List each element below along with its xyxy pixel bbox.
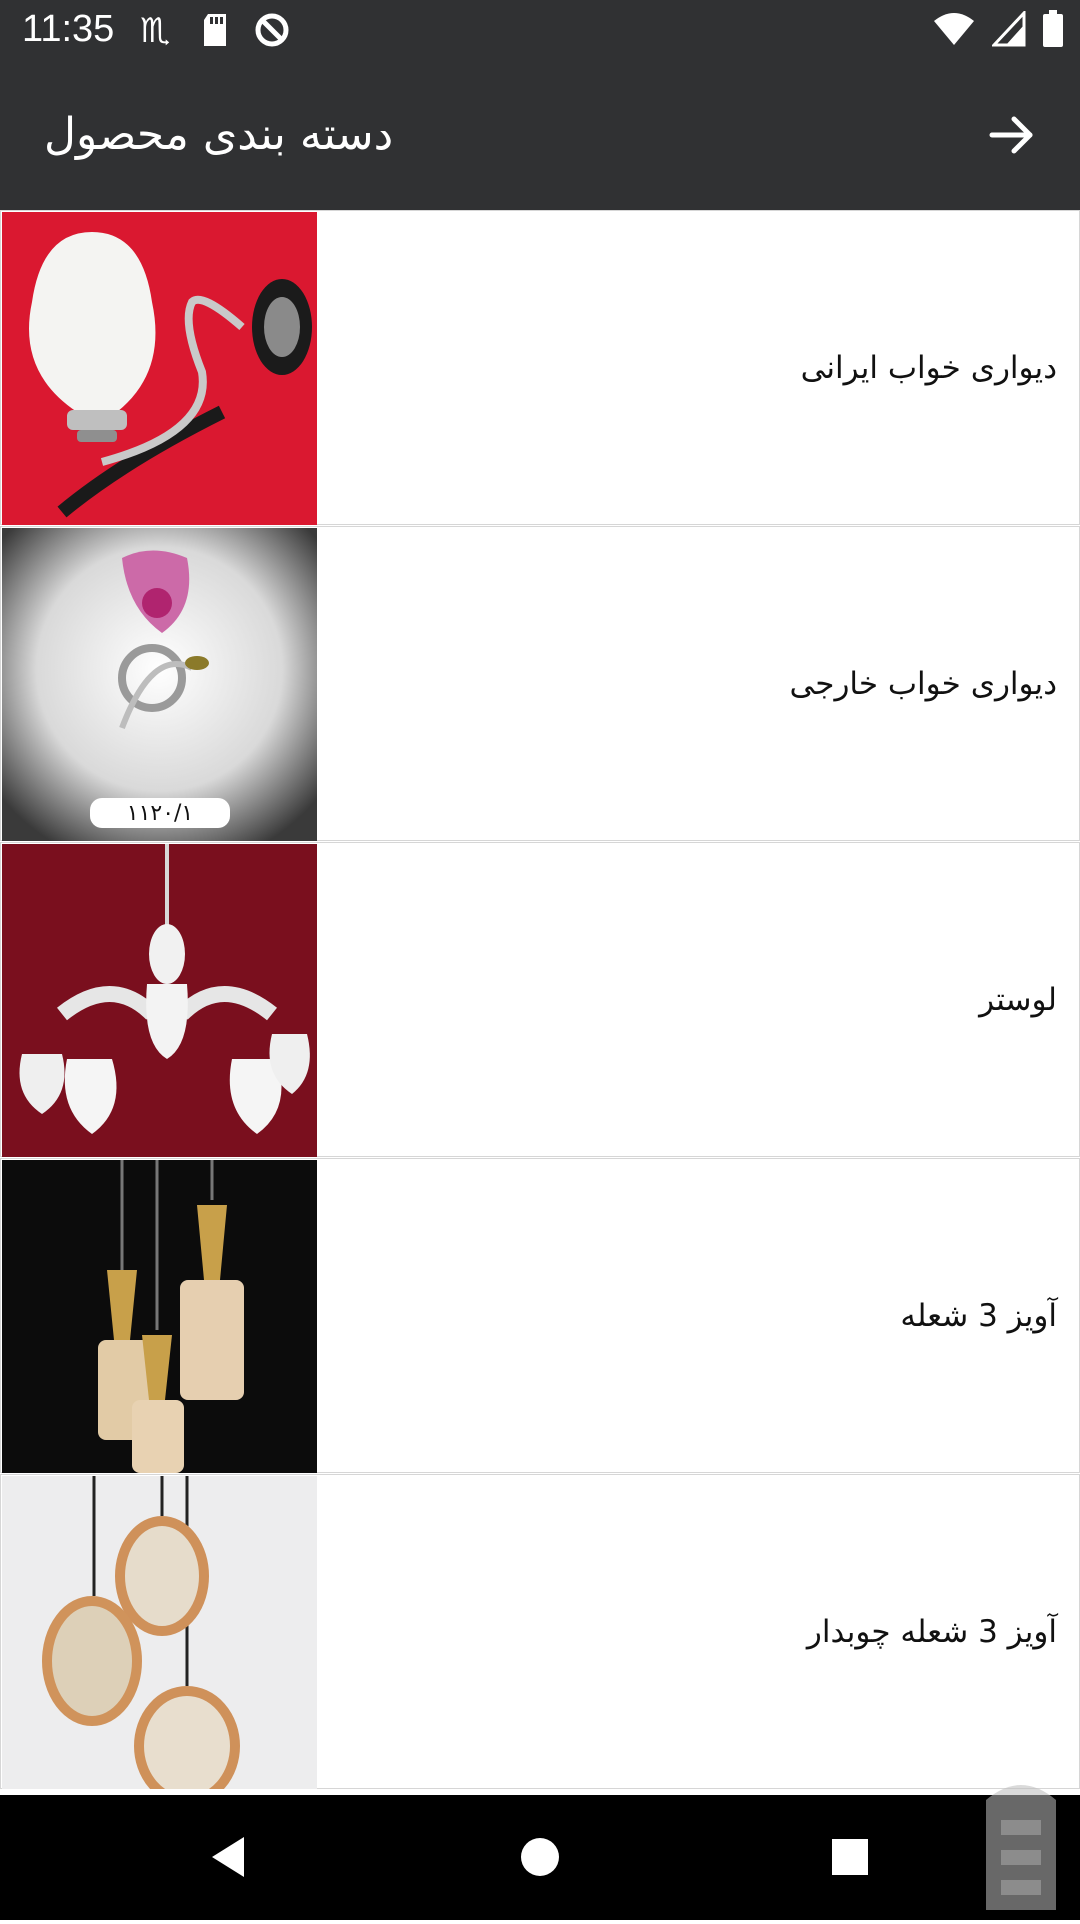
data-saver-icon xyxy=(252,10,292,54)
svg-text:♏: ♏ xyxy=(140,11,170,50)
category-item-foreign-wall-lamp[interactable]: ۱۱۲۰/۱ دیواری خواب خارجی xyxy=(0,526,1080,841)
category-label: دیواری خواب ایرانی xyxy=(800,349,1057,386)
category-list[interactable]: دیواری خواب ایرانی ۱۱۲۰/۱ دیواری خواب خا… xyxy=(0,210,1080,1795)
app-bar: دسته بندی محصول xyxy=(0,63,1080,210)
back-button[interactable] xyxy=(974,99,1050,175)
category-label: لوستر xyxy=(979,981,1057,1018)
category-label: آویز 3 شعله چوبدار xyxy=(806,1613,1057,1650)
category-item-iranian-wall-lamp[interactable]: دیواری خواب ایرانی xyxy=(0,210,1080,525)
wall-lamp-image: ۱۱۲۰/۱ xyxy=(2,528,317,841)
cell-signal-icon xyxy=(990,9,1026,51)
page-title: دسته بندی محصول xyxy=(44,109,394,160)
nav-back-button[interactable] xyxy=(200,1827,260,1887)
category-label: آویز 3 شعله xyxy=(900,1297,1057,1334)
pendant-lamp-image xyxy=(2,1160,317,1473)
scorpio-icon: ♏ xyxy=(138,10,178,54)
pendant-lamp-image xyxy=(2,1476,317,1789)
nav-recents-button[interactable] xyxy=(820,1827,880,1887)
image-caption: ۱۱۲۰/۱ xyxy=(126,800,194,826)
back-triangle-icon xyxy=(200,1837,260,1891)
status-time: 11:35 xyxy=(22,8,115,50)
wall-lamp-image xyxy=(2,212,317,525)
home-circle-icon xyxy=(510,1838,570,1891)
battery-icon xyxy=(1042,10,1064,52)
sd-card-icon xyxy=(200,10,230,54)
watermark-logo xyxy=(966,1760,1076,1920)
category-item-chandelier[interactable]: لوستر xyxy=(0,842,1080,1157)
category-item-wooden-pendant-3-light[interactable]: آویز 3 شعله چوبدار xyxy=(0,1474,1080,1789)
status-bar: 11:35 ♏ xyxy=(0,0,1080,63)
nav-home-button[interactable] xyxy=(510,1827,570,1887)
wifi-icon xyxy=(932,11,976,51)
system-nav-bar xyxy=(0,1795,1080,1920)
recents-square-icon xyxy=(820,1839,880,1891)
arrow-right-icon xyxy=(986,109,1038,165)
image-caption-badge: ۱۱۲۰/۱ xyxy=(90,798,230,828)
chandelier-image xyxy=(2,844,317,1157)
category-label: دیواری خواب خارجی xyxy=(789,665,1057,702)
category-item-pendant-3-light[interactable]: آویز 3 شعله xyxy=(0,1158,1080,1473)
